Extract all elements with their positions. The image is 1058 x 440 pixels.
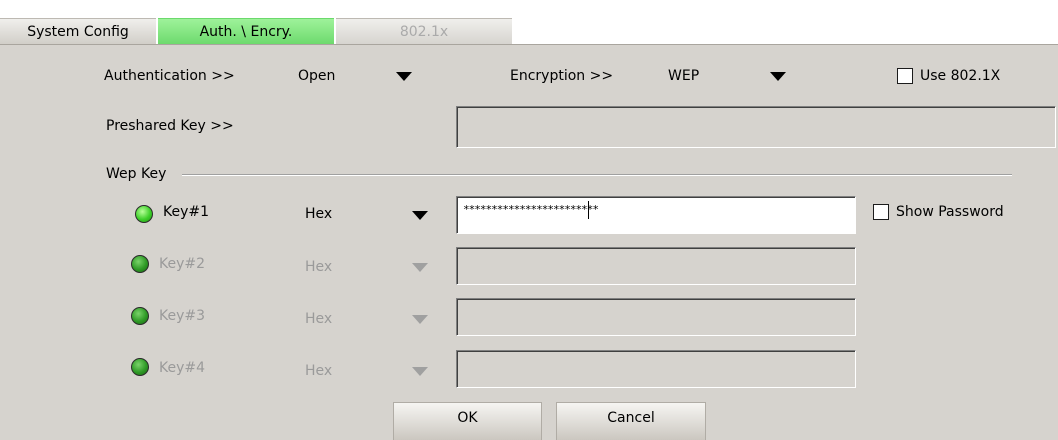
authentication-dropdown-icon[interactable] — [396, 72, 412, 81]
use-8021x-label: Use 802.1X — [920, 68, 1001, 84]
key2-format-dropdown-icon — [412, 263, 428, 272]
preshared-key-input[interactable] — [456, 106, 1056, 148]
ok-button[interactable]: OK — [393, 402, 542, 440]
authentication-value[interactable]: Open — [298, 68, 335, 84]
tab-system-config[interactable]: System Config — [0, 18, 156, 45]
tab-divider — [0, 44, 1058, 45]
show-password-label: Show Password — [896, 204, 1004, 220]
key1-format[interactable]: Hex — [305, 206, 332, 222]
encryption-label: Encryption >> — [510, 68, 614, 84]
tab-auth-encry[interactable]: Auth. \ Encry. — [158, 18, 334, 45]
wep-key-group-divider — [182, 174, 1012, 176]
key3-format-dropdown-icon — [412, 315, 428, 324]
key3-input — [456, 298, 856, 336]
key1-radio[interactable] — [135, 205, 153, 223]
key1-input[interactable]: ************************ — [456, 196, 856, 234]
show-password-checkbox[interactable] — [873, 204, 889, 220]
key4-input — [456, 350, 856, 388]
encryption-dropdown-icon[interactable] — [770, 72, 786, 81]
key2-radio[interactable] — [131, 255, 149, 273]
key3-label: Key#3 — [159, 308, 206, 324]
key3-radio[interactable] — [131, 307, 149, 325]
tab-8021x[interactable]: 802.1x — [336, 18, 512, 45]
key3-format: Hex — [305, 311, 333, 327]
preshared-key-label: Preshared Key >> — [106, 118, 234, 134]
text-caret — [588, 201, 589, 219]
encryption-value[interactable]: WEP — [668, 68, 699, 84]
cancel-button[interactable]: Cancel — [556, 402, 706, 440]
authentication-label: Authentication >> — [104, 68, 235, 84]
key2-input — [456, 247, 856, 285]
key4-label: Key#4 — [159, 360, 206, 376]
key2-label: Key#2 — [159, 256, 206, 272]
key4-format: Hex — [305, 363, 333, 379]
tab-bar: System Config Auth. \ Encry. 802.1x — [0, 0, 1058, 45]
use-8021x-checkbox[interactable] — [897, 68, 913, 84]
key4-radio[interactable] — [131, 358, 149, 376]
key1-format-dropdown-icon[interactable] — [412, 211, 428, 220]
wep-key-group-label: Wep Key — [106, 166, 167, 182]
key2-format: Hex — [305, 259, 333, 275]
key4-format-dropdown-icon — [412, 367, 428, 376]
key1-label: Key#1 — [163, 204, 210, 220]
